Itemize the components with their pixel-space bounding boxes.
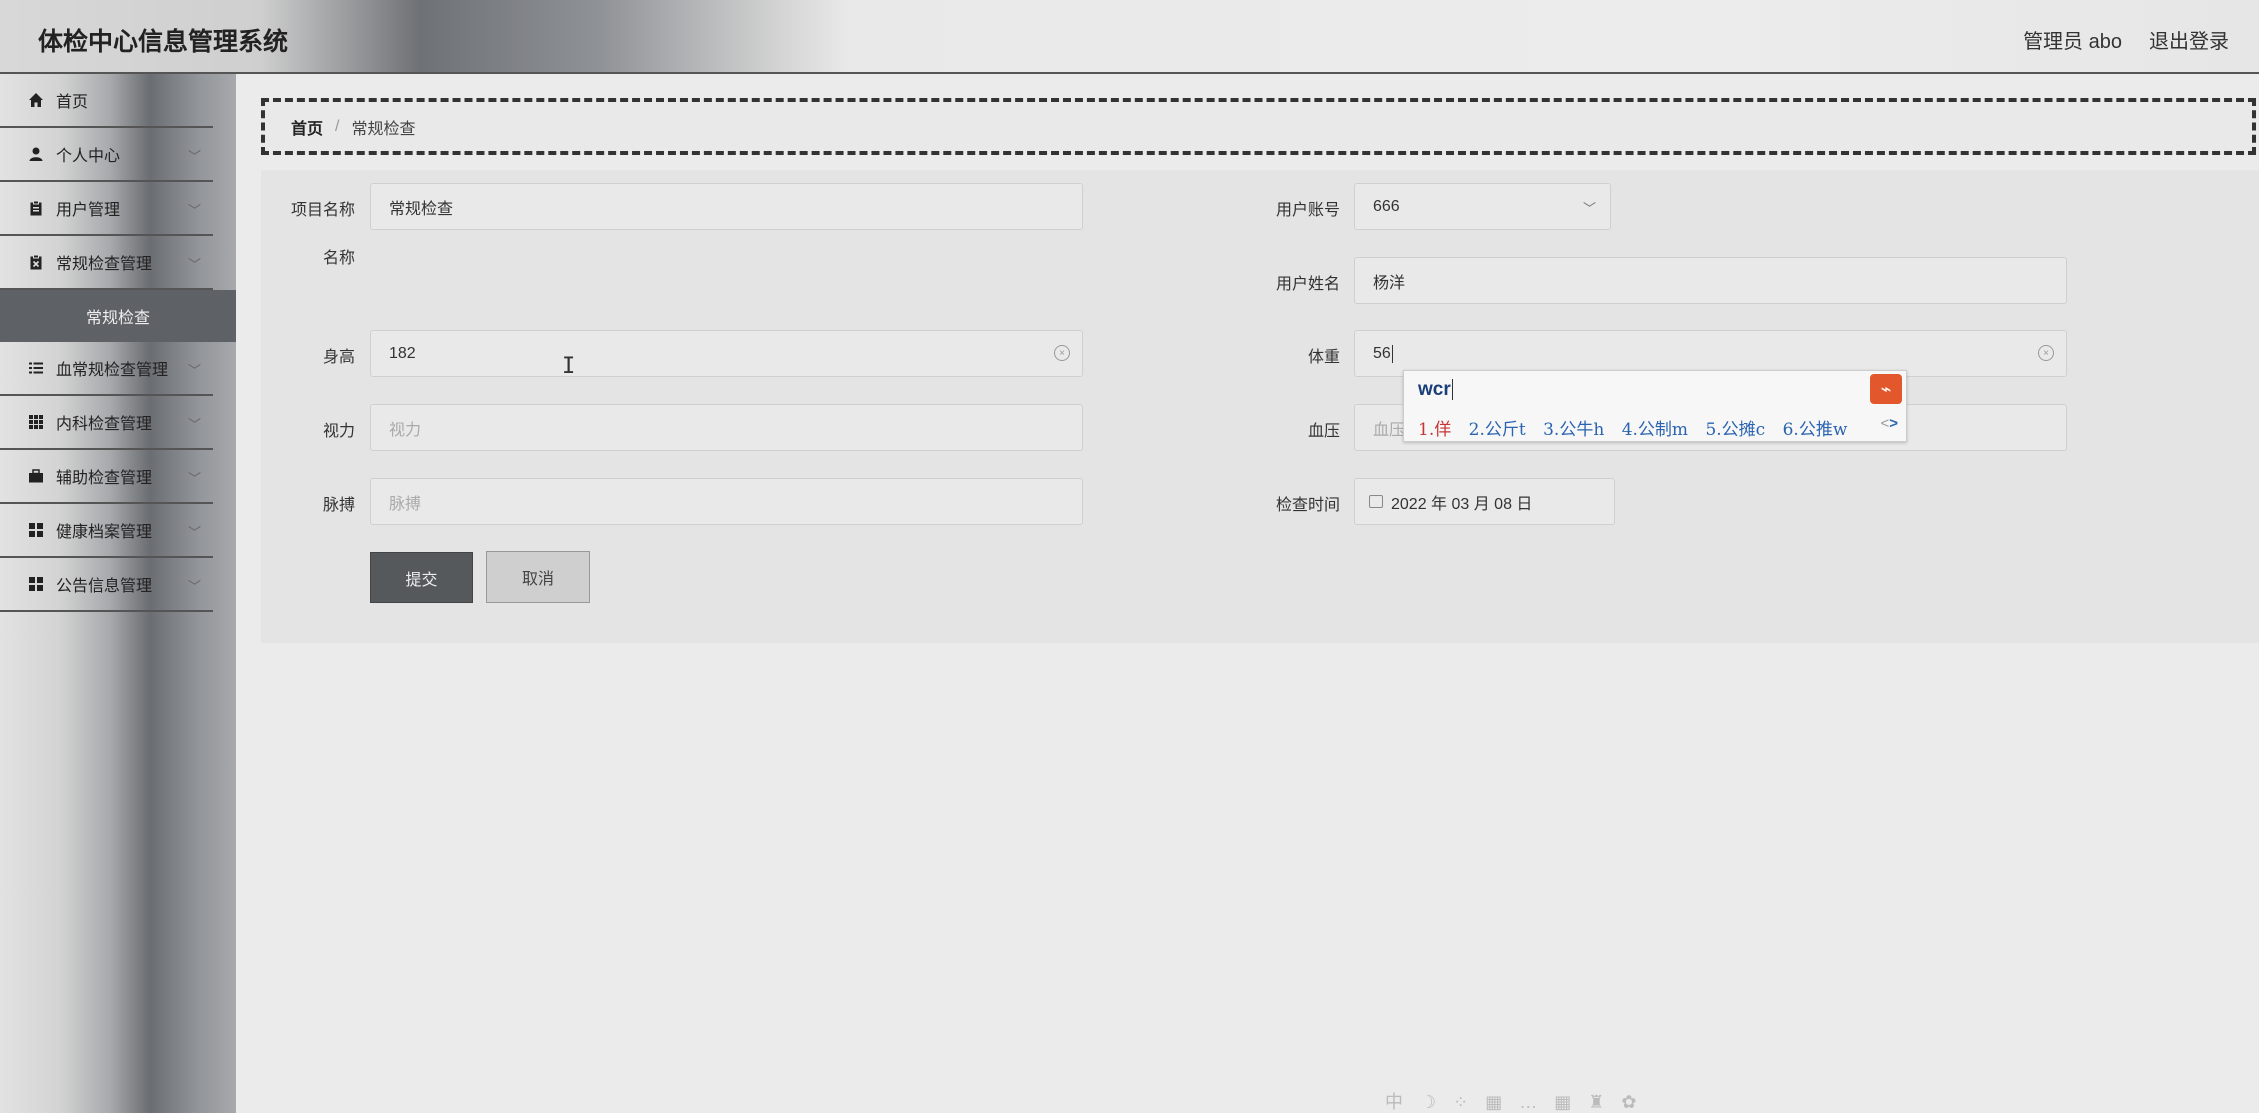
sidebar-item-auxiliary-check-management[interactable]: 辅助检查管理 ﹀ [0,450,213,504]
weight-value: 56 [1373,344,1391,362]
pulse-label: 脉搏 [322,497,355,514]
height-field[interactable]: 182 × [370,330,1083,377]
sidebar-item-internal-medicine-management[interactable]: 内科检查管理 ﹀ [0,396,213,450]
blood-pressure-label: 血压 [1307,423,1340,440]
user-name-label: 用户姓名 [1275,276,1340,293]
ime-candidate[interactable]: 2.公斤t [1469,420,1526,440]
apps-icon [28,522,44,538]
clear-icon[interactable]: × [1054,345,1070,361]
home-icon [28,92,44,108]
ime-next-icon[interactable]: > [1889,415,1898,432]
user-account-select[interactable]: 666 ﹀ [1354,183,1611,230]
user-account-label: 用户账号 [1275,202,1340,219]
apps-icon [28,576,44,592]
ime-input-code: wcr [1418,379,1453,400]
app-title: 体检中心信息管理系统 [38,28,289,56]
chevron-down-icon: ﹀ [187,203,201,218]
text-caret [1391,344,1393,363]
sidebar-item-label: 用户管理 [56,202,121,219]
breadcrumb-separator: / [335,117,340,135]
check-time-value: 2022 年 03 月 08 日 [1391,495,1533,513]
sidebar-item-blood-routine-management[interactable]: 血常规检查管理 ﹀ [0,342,213,396]
briefcase-icon [28,468,44,484]
clipboard-x-icon [28,254,44,270]
ime-tray-icons[interactable]: 中 ☽ ⁘ ▦ … ▦ ♜ ✿ [1385,1092,1642,1112]
vision-label: 视力 [322,423,355,440]
sidebar-item-label: 个人中心 [56,148,121,165]
user-name-field[interactable]: 杨洋 [1354,257,2067,304]
chevron-down-icon: ﹀ [1582,201,1596,216]
sidebar-item-routine-check-management[interactable]: 常规检查管理 ﹀ [0,236,213,290]
sidebar-subitem-routine-check[interactable]: 常规检查 [0,290,236,342]
height-label: 身高 [322,349,355,366]
ime-candidates: 1.佯 2.公斤t 3.公牛h 4.公制m 5.公摊c 6.公推w [1418,415,1859,440]
sidebar-item-label: 内科检查管理 [56,416,153,433]
sidebar-item-label: 常规检查管理 [56,256,153,273]
chevron-down-icon: ﹀ [187,363,201,378]
cancel-button[interactable]: 取消 [486,551,590,603]
breadcrumb: 首页 / 常规检查 [261,98,2256,155]
admin-label: 管理员 abo [2023,31,2122,53]
user-icon [28,146,44,162]
sidebar-item-user-management[interactable]: 用户管理 ﹀ [0,182,213,236]
breadcrumb-current: 常规检查 [351,120,416,138]
sidebar-item-label: 血常规检查管理 [56,362,169,379]
height-value: 182 [389,344,416,362]
breadcrumb-home[interactable]: 首页 [291,115,323,139]
ime-page-nav[interactable]: <> [1880,415,1898,432]
ime-candidate[interactable]: 1.佯 [1418,420,1451,440]
list-icon [28,360,44,376]
top-bar: 体检中心信息管理系统 管理员 abo 退出登录 [0,0,2259,74]
vision-field[interactable]: 视力 [370,404,1083,451]
user-name-value: 杨洋 [1373,274,1406,292]
blood-pressure-placeholder: 血压 [1373,421,1406,439]
clear-icon[interactable]: × [2038,345,2054,361]
ime-prev-icon[interactable]: < [1880,415,1889,432]
submit-button[interactable]: 提交 [370,552,473,603]
grid-icon [28,414,44,430]
project-name-field[interactable]: 常规检查 [370,183,1083,230]
weight-label: 体重 [1307,349,1340,366]
ime-candidate[interactable]: 5.公摊c [1705,420,1765,440]
logout-link[interactable]: 退出登录 [2149,25,2229,54]
check-time-picker[interactable]: 2022 年 03 月 08 日 [1354,478,1615,525]
chevron-down-icon: ﹀ [187,471,201,486]
name-label: 名称 [322,250,355,267]
sidebar-item-health-records-management[interactable]: 健康档案管理 ﹀ [0,504,213,558]
sidebar-subitem-label: 常规检查 [85,310,150,327]
sidebar-item-home[interactable]: 首页 [0,74,213,128]
ime-candidate[interactable]: 6.公推w [1783,420,1848,440]
sidebar-item-label: 首页 [56,94,89,111]
ime-toolbar-tray[interactable]: 中 ☽ ⁘ ▦ … ▦ ♜ ✿ [1385,1088,1642,1113]
sidebar-item-label: 健康档案管理 [56,524,153,541]
ime-candidate-popup: wcr ⌁ 1.佯 2.公斤t 3.公牛h 4.公制m 5.公摊c 6.公推w … [1403,370,1907,442]
user-account-value: 666 [1373,197,1400,215]
sidebar-item-personal-center[interactable]: 个人中心 ﹀ [0,128,213,182]
sidebar-item-label: 公告信息管理 [56,578,153,595]
sidebar-item-announcement-management[interactable]: 公告信息管理 ﹀ [0,558,213,612]
ime-logo-icon: ⌁ [1870,374,1902,404]
ime-candidate[interactable]: 3.公牛h [1543,420,1604,440]
pulse-placeholder: 脉搏 [389,495,422,513]
check-time-label: 检查时间 [1275,497,1340,514]
calendar-icon [1369,495,1383,508]
vision-placeholder: 视力 [389,421,422,439]
ime-candidate[interactable]: 4.公制m [1622,420,1688,440]
chevron-down-icon: ﹀ [187,417,201,432]
project-name-label: 项目名称 [290,202,355,219]
chevron-down-icon: ﹀ [187,525,201,540]
pulse-field[interactable]: 脉搏 [370,478,1083,525]
chevron-down-icon: ﹀ [187,257,201,272]
project-name-value: 常规检查 [389,200,454,218]
mouse-ibeam-cursor: I [562,354,576,379]
chevron-down-icon: ﹀ [187,149,201,164]
sidebar-item-label: 辅助检查管理 [56,470,153,487]
chevron-down-icon: ﹀ [187,579,201,594]
clipboard-icon [28,200,44,216]
sidebar: 首页 个人中心 ﹀ 用户管理 ﹀ 常规检查管理 ﹀ 常规检查 血常规检查管理 ﹀ [0,74,236,1113]
